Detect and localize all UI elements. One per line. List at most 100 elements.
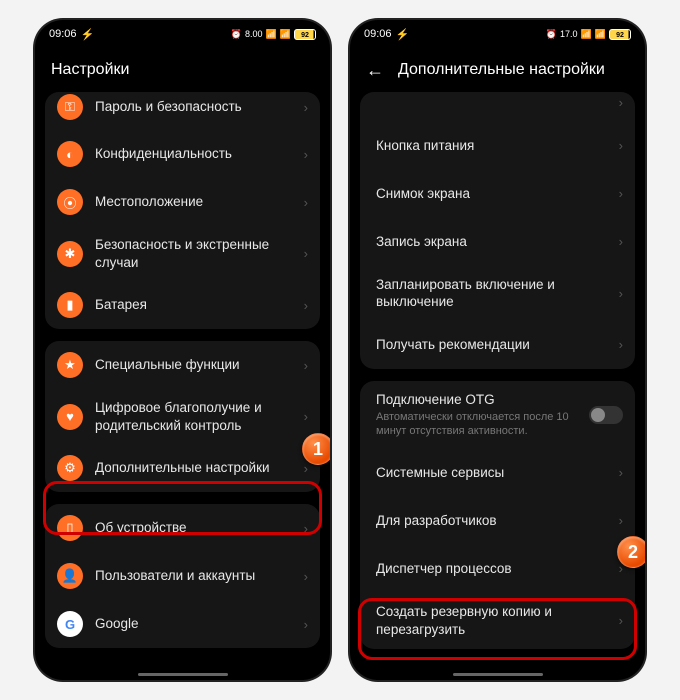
chevron-right-icon: ›: [619, 234, 623, 249]
chevron-right-icon: ›: [304, 246, 308, 261]
chevron-right-icon: ›: [304, 461, 308, 476]
item-additional-settings[interactable]: ⚙ Дополнительные настройки ›: [45, 444, 320, 492]
chevron-right-icon: ›: [304, 358, 308, 373]
phone-left-settings: 09:06 ⚡ ⏰ 8.00 📶 📶 92 Настройки ⚿ Пароль…: [35, 20, 330, 680]
item-label: Подключение OTG: [376, 391, 589, 409]
net-speed: 8.00: [245, 29, 263, 39]
otg-toggle[interactable]: [589, 406, 623, 424]
alarm-icon: ⏰: [231, 29, 242, 40]
step-badge-2: 2: [617, 536, 645, 568]
settings-list[interactable]: ⚿ Пароль и безопасность › ◐ Конфиденциал…: [35, 92, 330, 680]
sos-icon: ✱: [57, 241, 83, 267]
battery-icon: ▮: [57, 292, 83, 318]
item-label: Местоположение: [95, 193, 304, 211]
item-label: Об устройстве: [95, 519, 304, 537]
chevron-right-icon: ›: [304, 298, 308, 313]
item-label: Батарея: [95, 296, 304, 314]
settings-group: Подключение OTG Автоматически отключаетс…: [360, 381, 635, 649]
chevron-right-icon: ›: [304, 569, 308, 584]
charge-icon: ⚡: [81, 28, 95, 41]
chevron-right-icon: ›: [304, 100, 308, 115]
settings-group: ▯ Об устройстве › 👤 Пользователи и аккау…: [45, 504, 320, 648]
settings-group: ⚿ Пароль и безопасность › ◐ Конфиденциал…: [45, 92, 320, 329]
item-label: Запись экрана: [376, 233, 619, 251]
item-label: Пароль и безопасность: [95, 98, 304, 116]
page-title: Дополнительные настройки: [398, 61, 605, 79]
signal-icon: 📶: [266, 29, 277, 40]
item-screen-record[interactable]: Запись экрана ›: [360, 218, 635, 266]
chevron-right-icon: ›: [619, 513, 623, 528]
back-button[interactable]: ←: [366, 60, 384, 81]
google-icon: G: [57, 611, 83, 637]
battery-icon: 92: [294, 29, 316, 40]
chevron-right-icon: ›: [619, 465, 623, 480]
item-label: Конфиденциальность: [95, 145, 304, 163]
chevron-right-icon: ›: [619, 286, 623, 301]
item-label: Диспетчер процессов: [376, 560, 619, 578]
item-location[interactable]: ⦿ Местоположение ›: [45, 178, 320, 226]
chevron-right-icon: ›: [619, 95, 623, 110]
item-developer-options[interactable]: Для разработчиков ›: [360, 497, 635, 545]
step-badge-1: 1: [302, 433, 330, 465]
charge-icon: ⚡: [396, 28, 410, 41]
item-label: Google: [95, 615, 304, 633]
item-emergency[interactable]: ✱ Безопасность и экстренные случаи ›: [45, 226, 320, 281]
status-bar: 09:06 ⚡ ⏰ 17.0 📶 📶 92: [350, 20, 645, 48]
wifi-icon: 📶: [595, 29, 606, 40]
item-label: Получать рекомендации: [376, 336, 619, 354]
users-icon: 👤: [57, 563, 83, 589]
net-speed: 17.0: [560, 29, 578, 39]
page-title: Настройки: [51, 61, 129, 79]
item-digital-wellbeing[interactable]: ♥ Цифровое благополучие и родительский к…: [45, 389, 320, 444]
header: ← Дополнительные настройки: [350, 48, 645, 92]
item-users-accounts[interactable]: 👤 Пользователи и аккаунты ›: [45, 552, 320, 600]
item-battery[interactable]: ▮ Батарея ›: [45, 281, 320, 329]
signal-icon: 📶: [581, 29, 592, 40]
item-subtitle: Автоматически отключается после 10 минут…: [376, 410, 589, 439]
item-label: Пользователи и аккаунты: [95, 567, 304, 585]
item-label: Безопасность и экстренные случаи: [95, 236, 304, 271]
item-label: Снимок экрана: [376, 185, 619, 203]
chevron-right-icon: ›: [619, 138, 623, 153]
item-partial[interactable]: ›: [360, 92, 635, 122]
item-schedule-power[interactable]: Запланировать включение и выключение ›: [360, 266, 635, 321]
wellbeing-icon: ♥: [57, 404, 83, 430]
chevron-right-icon: ›: [304, 147, 308, 162]
nav-pill: [453, 673, 543, 676]
item-power-button[interactable]: Кнопка питания ›: [360, 122, 635, 170]
chevron-right-icon: ›: [619, 337, 623, 352]
settings-group: ★ Специальные функции › ♥ Цифровое благо…: [45, 341, 320, 492]
chevron-right-icon: ›: [304, 617, 308, 632]
item-special-features[interactable]: ★ Специальные функции ›: [45, 341, 320, 389]
item-recommendations[interactable]: Получать рекомендации ›: [360, 321, 635, 369]
chevron-right-icon: ›: [619, 613, 623, 628]
additional-settings-list[interactable]: › Кнопка питания › Снимок экрана › Запис…: [350, 92, 645, 680]
item-backup-reset[interactable]: Создать резервную копию и перезагрузить …: [360, 593, 635, 649]
item-label: Запланировать включение и выключение: [376, 276, 619, 311]
status-time: 09:06: [364, 28, 392, 40]
status-time: 09:06: [49, 28, 77, 40]
chevron-right-icon: ›: [304, 409, 308, 424]
nav-pill: [138, 673, 228, 676]
chevron-right-icon: ›: [304, 195, 308, 210]
settings-group: › Кнопка питания › Снимок экрана › Запис…: [360, 92, 635, 369]
chevron-right-icon: ›: [304, 521, 308, 536]
item-label: Создать резервную копию и перезагрузить: [376, 603, 619, 638]
item-screenshot[interactable]: Снимок экрана ›: [360, 170, 635, 218]
item-password-security[interactable]: ⚿ Пароль и безопасность ›: [45, 92, 320, 130]
item-about-device[interactable]: ▯ Об устройстве ›: [45, 504, 320, 552]
item-label: Кнопка питания: [376, 137, 619, 155]
status-bar: 09:06 ⚡ ⏰ 8.00 📶 📶 92: [35, 20, 330, 48]
item-privacy[interactable]: ◐ Конфиденциальность ›: [45, 130, 320, 178]
item-system-services[interactable]: Системные сервисы ›: [360, 449, 635, 497]
item-google[interactable]: G Google ›: [45, 600, 320, 648]
phone-right-additional-settings: 09:06 ⚡ ⏰ 17.0 📶 📶 92 ← Дополнительные н…: [350, 20, 645, 680]
header: Настройки: [35, 48, 330, 92]
about-icon: ▯: [57, 515, 83, 541]
item-process-manager[interactable]: Диспетчер процессов ›: [360, 545, 635, 593]
item-otg-connection[interactable]: Подключение OTG Автоматически отключаетс…: [360, 381, 635, 449]
item-label: Специальные функции: [95, 356, 304, 374]
item-label: Системные сервисы: [376, 464, 619, 482]
chevron-right-icon: ›: [619, 186, 623, 201]
item-label: Цифровое благополучие и родительский кон…: [95, 399, 304, 434]
